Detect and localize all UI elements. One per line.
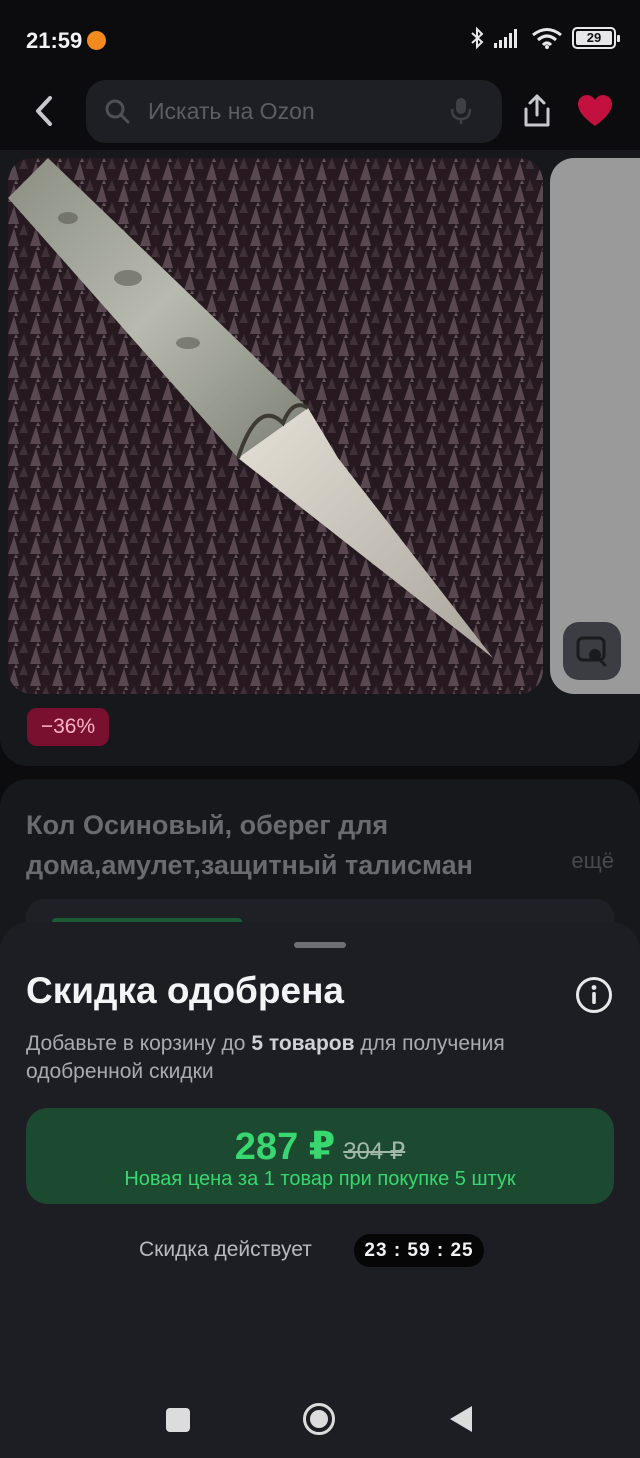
search-input[interactable]: Искать на Ozon [86, 80, 502, 143]
wifi-icon [532, 28, 562, 49]
bluetooth-icon [471, 26, 484, 50]
status-time: 21:59 [26, 28, 83, 53]
sheet-title: Скидка одобрена [26, 970, 345, 1011]
status-bar: 21:59 29 [0, 0, 640, 80]
old-price: 304 ₽ [343, 1138, 406, 1165]
next-product-image[interactable] [550, 158, 640, 694]
product-image[interactable] [8, 158, 543, 694]
price-note: Новая цена за 1 товар при покупке 5 штук [124, 1168, 516, 1190]
status-icons: 29 [470, 26, 620, 50]
visual-search-button[interactable] [563, 622, 621, 680]
home-circle-icon[interactable] [302, 1402, 336, 1436]
sheet-description: Добавьте в корзину до 5 товаров для полу… [26, 1030, 606, 1086]
battery-level: 29 [586, 30, 602, 45]
price-line: 287 ₽ 304 ₽ [26, 1124, 614, 1169]
new-price: 287 ₽ [234, 1126, 336, 1168]
timer-label: Скидка действует [139, 1238, 312, 1261]
discount-badge: −36% [27, 708, 109, 746]
image-search-icon [576, 636, 607, 667]
search-placeholder: Искать на Ozon [148, 98, 315, 124]
countdown-timer: 23 : 59 : 25 [354, 1234, 484, 1267]
orange-notification-dot [87, 31, 106, 50]
product-title: Кол Осиновый, оберег для дома,амулет,защ… [26, 810, 473, 880]
search-icon [105, 99, 130, 124]
more-link[interactable]: ещё [571, 848, 614, 874]
description-bold: 5 товаров [251, 1032, 355, 1055]
back-arrow-icon[interactable] [28, 92, 64, 130]
recents-square-icon[interactable] [166, 1408, 190, 1432]
back-triangle-icon[interactable] [448, 1404, 474, 1434]
share-icon[interactable] [520, 93, 554, 129]
microphone-icon[interactable] [450, 97, 472, 125]
price-box: 287 ₽ 304 ₽ Новая цена за 1 товар при пок… [26, 1108, 614, 1204]
sheet-handle[interactable] [294, 942, 346, 948]
heart-icon[interactable] [577, 94, 613, 128]
signal-icon [494, 29, 517, 48]
description-prefix: Добавьте в корзину до [26, 1032, 252, 1055]
battery-icon: 29 [572, 27, 620, 49]
info-icon[interactable] [575, 976, 613, 1014]
